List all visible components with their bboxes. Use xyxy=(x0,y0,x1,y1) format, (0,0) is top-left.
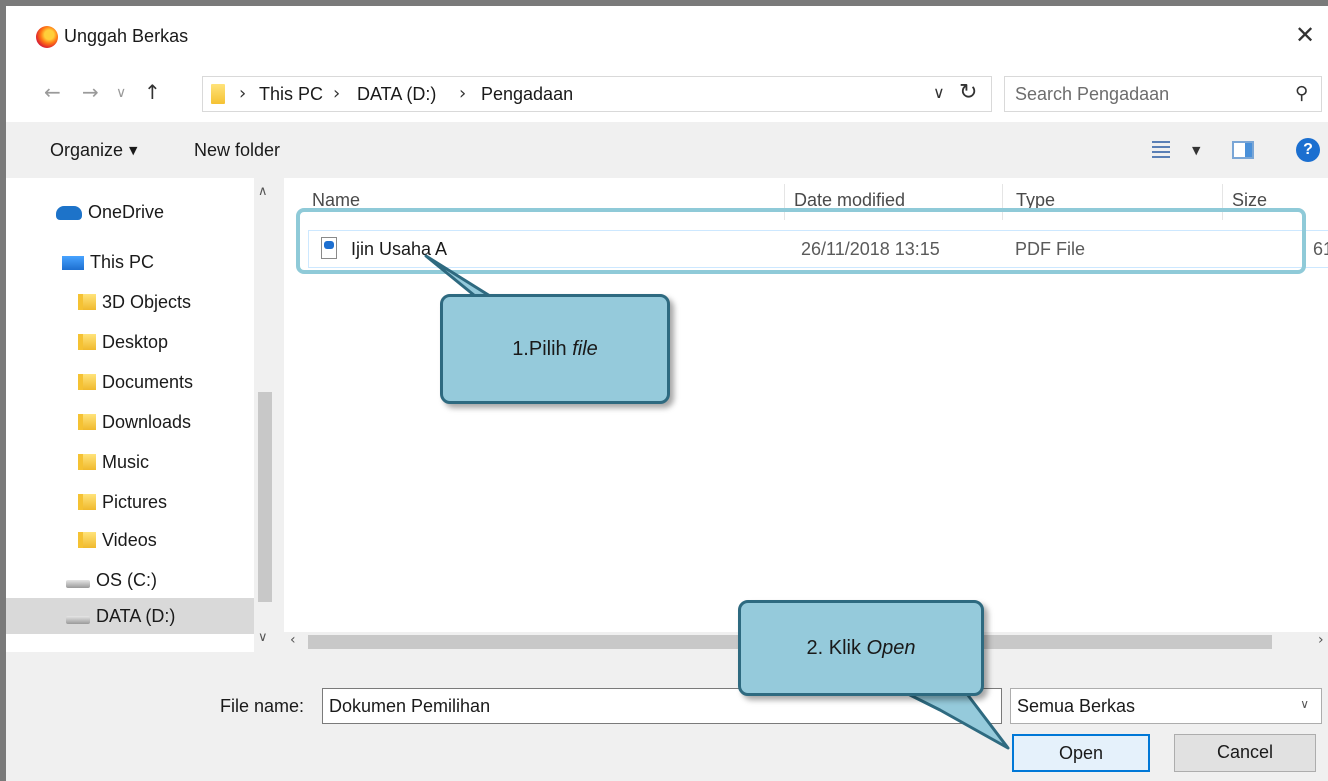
sidebar-item-label: Pictures xyxy=(102,492,168,512)
callout-step-2: 2. Klik Open xyxy=(738,600,984,696)
drive-c-icon xyxy=(66,580,90,588)
scroll-down-icon[interactable]: ∨ xyxy=(258,630,268,645)
address-dropdown-icon[interactable]: ∨ xyxy=(933,83,945,102)
view-options-icon[interactable] xyxy=(1152,138,1170,158)
organize-button[interactable]: Organize ▼ xyxy=(50,140,138,161)
search-icon[interactable]: ⚲ xyxy=(1295,83,1308,104)
sidebar-item-label: Desktop xyxy=(102,332,169,352)
callout-step-2-emphasis: Open xyxy=(866,637,916,659)
sidebar-item-os-c[interactable]: OS (C:) xyxy=(66,562,157,598)
sidebar-scrollbar[interactable]: ∧ ∨ xyxy=(254,178,276,652)
sidebar-item-videos[interactable]: Videos xyxy=(78,522,157,558)
cancel-button[interactable]: Cancel xyxy=(1174,734,1316,772)
command-toolbar: Organize ▼ New folder ▼ ? xyxy=(6,122,1328,178)
breadcrumb-this-pc[interactable]: This PC xyxy=(259,84,323,105)
sort-ascending-icon: ^ xyxy=(542,178,554,188)
breadcrumb-separator-icon: › xyxy=(459,83,467,104)
close-icon[interactable]: ✕ xyxy=(1290,20,1320,50)
breadcrumb-separator-icon: › xyxy=(333,83,341,104)
search-box[interactable]: Search Pengadaan ⚲ xyxy=(1004,76,1322,112)
sidebar-item-3d-objects[interactable]: 3D Objects xyxy=(78,284,191,320)
organize-label: Organize xyxy=(50,140,124,160)
scroll-right-icon[interactable]: › xyxy=(1318,632,1324,648)
chevron-down-icon[interactable]: ▼ xyxy=(1192,144,1200,157)
drive-d-icon xyxy=(66,616,90,624)
callout-step-1-text: 1.Pilih xyxy=(512,338,573,360)
sidebar-item-desktop[interactable]: Desktop xyxy=(78,324,168,360)
help-icon[interactable]: ? xyxy=(1296,138,1320,162)
firefox-icon xyxy=(36,26,58,48)
sidebar-item-label: This PC xyxy=(90,252,155,272)
footer-bar: File name: Dokumen Pemilihan Semua Berka… xyxy=(6,652,1328,781)
folder-documents-icon xyxy=(78,374,96,390)
address-bar[interactable]: › This PC › DATA (D:) › Pengadaan ∨ ↻ xyxy=(202,76,992,112)
sidebar-item-label: Documents xyxy=(102,372,194,392)
sidebar-item-label: OneDrive xyxy=(88,202,165,222)
folder-3d-icon xyxy=(78,294,96,310)
sidebar-item-label: OS (C:) xyxy=(96,570,157,590)
callout-step-1-emphasis: file xyxy=(572,338,598,360)
preview-pane-icon[interactable] xyxy=(1232,141,1254,159)
sidebar-item-data-d[interactable]: DATA (D:) xyxy=(6,598,254,634)
folder-music-icon xyxy=(78,454,96,470)
chevron-down-icon: ∨ xyxy=(1300,697,1309,711)
open-button[interactable]: Open xyxy=(1012,734,1150,772)
file-type-filter[interactable]: Semua Berkas ∨ xyxy=(1010,688,1322,724)
recent-locations-icon[interactable]: ∨ xyxy=(116,85,126,101)
chevron-down-icon: ▼ xyxy=(129,144,138,157)
refresh-icon[interactable]: ↻ xyxy=(959,80,977,105)
folder-pictures-icon xyxy=(78,494,96,510)
sidebar-item-documents[interactable]: Documents xyxy=(78,364,193,400)
sidebar-item-label: Videos xyxy=(102,530,157,550)
forward-arrow-icon[interactable]: → xyxy=(82,80,99,104)
sidebar-item-label: 3D Objects xyxy=(102,292,192,312)
back-arrow-icon[interactable]: ← xyxy=(44,80,61,104)
scrollbar-thumb[interactable] xyxy=(258,392,272,602)
folder-downloads-icon xyxy=(78,414,96,430)
file-size: 614 xyxy=(1313,239,1328,259)
onedrive-icon xyxy=(56,206,82,220)
scroll-up-icon[interactable]: ∧ xyxy=(258,184,268,199)
folder-desktop-icon xyxy=(78,334,96,350)
sidebar-item-this-pc[interactable]: This PC xyxy=(62,244,154,280)
sidebar-item-label: Music xyxy=(102,452,150,472)
search-input[interactable]: Search Pengadaan xyxy=(1015,84,1169,105)
navigation-pane: OneDrive This PC 3D Objects Desktop Docu… xyxy=(6,178,276,652)
window-title: Unggah Berkas xyxy=(64,26,189,46)
file-type-filter-value: Semua Berkas xyxy=(1017,696,1136,716)
navigation-bar: ← → ∨ ↑ › This PC › DATA (D:) › Pengadaa… xyxy=(6,66,1328,122)
new-folder-button[interactable]: New folder xyxy=(194,140,280,161)
folder-videos-icon xyxy=(78,532,96,548)
callout-pointer xyxy=(898,688,1010,750)
scroll-left-icon[interactable]: ‹ xyxy=(290,632,296,648)
sidebar-item-downloads[interactable]: Downloads xyxy=(78,404,191,440)
sidebar-item-music[interactable]: Music xyxy=(78,444,149,480)
callout-step-2-text: 2. Klik xyxy=(806,637,867,659)
file-name-label: File name: xyxy=(220,696,305,716)
breadcrumb-separator-icon: › xyxy=(239,83,247,104)
sidebar-item-label: Downloads xyxy=(102,412,192,432)
callout-step-1: 1.Pilih file xyxy=(440,294,670,404)
title-bar: Unggah Berkas ✕ xyxy=(6,6,1328,66)
this-pc-icon xyxy=(62,256,84,270)
breadcrumb-pengadaan[interactable]: Pengadaan xyxy=(481,84,573,105)
up-arrow-icon[interactable]: ↑ xyxy=(144,80,161,104)
breadcrumb-data-d[interactable]: DATA (D:) xyxy=(357,84,436,105)
folder-icon xyxy=(211,84,225,104)
sidebar-item-pictures[interactable]: Pictures xyxy=(78,484,167,520)
sidebar-item-label: DATA (D:) xyxy=(96,606,176,626)
sidebar-item-onedrive[interactable]: OneDrive xyxy=(56,194,164,230)
